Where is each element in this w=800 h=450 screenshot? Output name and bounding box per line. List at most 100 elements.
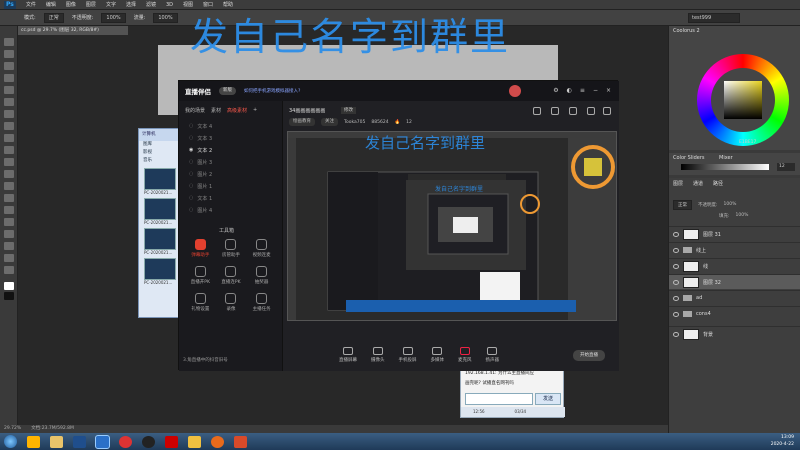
copy-icon[interactable] bbox=[551, 107, 559, 115]
tab-layers[interactable]: 图层 bbox=[673, 180, 683, 187]
layer-row[interactable]: 线 bbox=[669, 258, 800, 273]
menu-icon[interactable]: ≡ bbox=[580, 87, 585, 94]
tool-gift[interactable]: 礼物设置 bbox=[185, 293, 216, 312]
scene-item[interactable]: ◌ 图片 4 bbox=[179, 204, 282, 216]
gradient-tool-icon[interactable] bbox=[4, 170, 14, 178]
foreground-color-swatch[interactable] bbox=[4, 282, 14, 290]
background-color-swatch[interactable] bbox=[4, 292, 14, 300]
eyedropper-tool-icon[interactable] bbox=[4, 98, 14, 106]
tab-materials[interactable]: 素材 bbox=[211, 107, 221, 114]
settings-icon[interactable]: ⚙ bbox=[553, 87, 558, 94]
file-window-header[interactable]: 计算机 bbox=[139, 129, 179, 141]
notice-link[interactable]: 如何把手机游戏模拟器接入? bbox=[244, 88, 300, 94]
photoshop-icon[interactable] bbox=[73, 435, 86, 448]
eye-icon[interactable]: ◉ bbox=[189, 147, 193, 153]
add-scene-icon[interactable]: + bbox=[253, 107, 257, 114]
marquee-tool-icon[interactable] bbox=[4, 50, 14, 58]
eye-icon[interactable] bbox=[673, 231, 679, 237]
file-nav-item[interactable]: 音乐 bbox=[139, 157, 179, 165]
pen-tool-icon[interactable] bbox=[4, 206, 14, 214]
recorder-icon[interactable] bbox=[142, 435, 155, 448]
brush-tool-icon[interactable] bbox=[4, 122, 14, 130]
menu-image[interactable]: 图像 bbox=[66, 1, 76, 8]
edit-room-button[interactable]: 修改 bbox=[341, 107, 356, 114]
tool-pk[interactable]: 直播开PK bbox=[185, 266, 216, 285]
eye-off-icon[interactable]: ◌ bbox=[189, 183, 193, 189]
hue-wheel[interactable] bbox=[697, 54, 789, 146]
sliders-tab[interactable]: Color Sliders bbox=[673, 155, 705, 161]
opacity-field[interactable]: 100% bbox=[101, 12, 126, 23]
start-button[interactable] bbox=[4, 435, 17, 448]
layer-row[interactable]: 背景 bbox=[669, 326, 800, 341]
tool-room-admin[interactable]: 房管助手 bbox=[216, 239, 247, 258]
menu-filter[interactable]: 滤镜 bbox=[146, 1, 156, 8]
file-thumbnail[interactable] bbox=[144, 168, 176, 190]
layer-row[interactable]: cons4 bbox=[669, 306, 800, 321]
sidebar-footer[interactable]: 3.角直播中的抖音旧号 bbox=[183, 357, 228, 363]
zoom-level[interactable]: 29.72% bbox=[4, 425, 21, 433]
tool-link-pk[interactable]: 直播连PK bbox=[216, 266, 247, 285]
avatar[interactable] bbox=[509, 85, 521, 97]
workspace-select[interactable]: test999 bbox=[688, 13, 740, 23]
category-select[interactable]: 绘画教育 bbox=[289, 118, 315, 126]
office-icon[interactable] bbox=[234, 435, 247, 448]
chat-tab-left[interactable]: 12:56 bbox=[473, 407, 485, 417]
scene-item[interactable]: ◌ 文本 3 bbox=[179, 132, 282, 144]
menu-select[interactable]: 选择 bbox=[126, 1, 136, 8]
scene-item[interactable]: ◌ 文本 1 bbox=[179, 192, 282, 204]
chrome-icon[interactable] bbox=[119, 435, 132, 448]
tab-channels[interactable]: 通道 bbox=[693, 180, 703, 187]
eye-icon[interactable] bbox=[673, 331, 679, 337]
wand-tool-icon[interactable] bbox=[4, 74, 14, 82]
menu-file[interactable]: 文件 bbox=[26, 1, 36, 8]
scene-item[interactable]: ◌ 文本 4 bbox=[179, 120, 282, 132]
eye-off-icon[interactable]: ◌ bbox=[189, 207, 193, 213]
folder-icon[interactable] bbox=[188, 435, 201, 448]
eye-icon[interactable] bbox=[673, 279, 679, 285]
eye-icon[interactable] bbox=[673, 247, 679, 253]
hand-tool-icon[interactable] bbox=[4, 254, 14, 262]
zoom-tool-icon[interactable] bbox=[4, 266, 14, 274]
camera-button[interactable]: 摄像头 bbox=[371, 347, 385, 363]
history-brush-icon[interactable] bbox=[4, 146, 14, 154]
close-icon[interactable]: × bbox=[606, 87, 611, 94]
document-tab[interactable]: cc.psd @ 29.7% (图层 32, RGB/8#) bbox=[18, 26, 128, 35]
eye-off-icon[interactable]: ◌ bbox=[189, 123, 193, 129]
eye-off-icon[interactable]: ◌ bbox=[189, 135, 193, 141]
start-live-button[interactable]: 开始直播 bbox=[573, 350, 605, 361]
firefox-icon[interactable] bbox=[211, 435, 224, 448]
folder-icon[interactable] bbox=[50, 435, 63, 448]
text-tool-icon[interactable] bbox=[4, 218, 14, 226]
tool-video-link[interactable]: 视频连麦 bbox=[246, 239, 277, 258]
tab-paths[interactable]: 路径 bbox=[713, 180, 723, 187]
file-nav-item[interactable]: 图库 bbox=[139, 141, 179, 149]
tool-lottery[interactable]: 抽奖器 bbox=[246, 266, 277, 285]
speaker-button[interactable]: 扬声器 bbox=[486, 347, 499, 363]
file-thumbnail[interactable] bbox=[144, 228, 176, 250]
tool-record[interactable]: 录像 bbox=[216, 293, 247, 312]
tab-advanced-materials[interactable]: 高级素材 bbox=[227, 107, 247, 114]
version-badge[interactable]: 新版 bbox=[219, 87, 236, 95]
media-button[interactable]: 多媒体 bbox=[431, 347, 444, 363]
layer-row[interactable]: 图层 32 bbox=[669, 274, 800, 289]
tool-danmaku[interactable]: 弹幕助手 bbox=[185, 239, 216, 258]
layout-icon[interactable] bbox=[587, 107, 595, 115]
menu-type[interactable]: 文字 bbox=[106, 1, 116, 8]
eye-icon[interactable] bbox=[673, 295, 679, 301]
file-thumbnail[interactable] bbox=[144, 198, 176, 220]
menu-layer[interactable]: 图层 bbox=[86, 1, 96, 8]
scene-item[interactable]: ◌ 图片 3 bbox=[179, 156, 282, 168]
scene-item[interactable]: ◌ 图片 1 bbox=[179, 180, 282, 192]
stamp-tool-icon[interactable] bbox=[4, 134, 14, 142]
phone-cast-button[interactable]: 手机投屏 bbox=[399, 347, 417, 363]
shape-tool-icon[interactable] bbox=[4, 242, 14, 250]
tab-my-scenes[interactable]: 我的场景 bbox=[185, 107, 205, 114]
menu-edit[interactable]: 编辑 bbox=[46, 1, 56, 8]
layer-opacity-value[interactable]: 100% bbox=[724, 202, 737, 207]
live-app-icon[interactable] bbox=[165, 435, 178, 448]
move-tool-icon[interactable] bbox=[4, 38, 14, 46]
mode-select[interactable]: 正常 bbox=[43, 12, 64, 23]
eye-off-icon[interactable]: ◌ bbox=[189, 171, 193, 177]
eye-off-icon[interactable]: ◌ bbox=[189, 195, 193, 201]
value-slider[interactable] bbox=[681, 164, 769, 170]
